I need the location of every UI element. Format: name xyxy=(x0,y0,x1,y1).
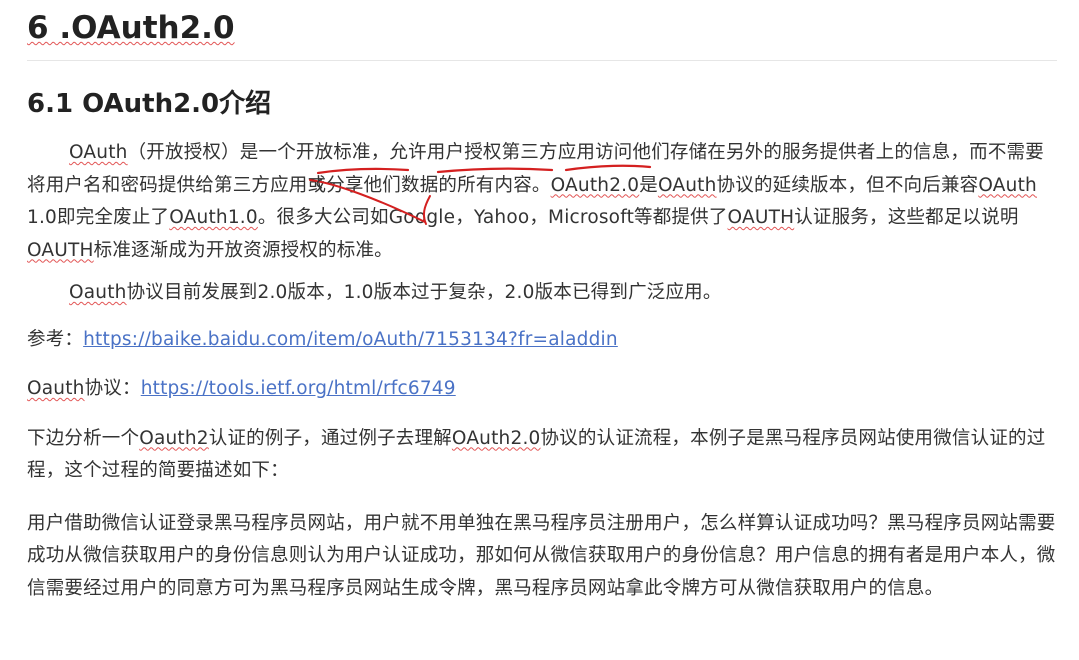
term-oauth: Oauth xyxy=(27,378,85,399)
text-segment: 协议目前发展到2.0版本，1.0版本过于复杂，2.0版本已得到广泛应用。 xyxy=(126,282,722,303)
term-oauth: Oauth xyxy=(69,282,127,303)
reference-link[interactable]: https://baike.baidu.com/item/oAuth/71531… xyxy=(83,329,618,350)
term-oauth-upper: OAUTH xyxy=(727,207,795,228)
document-body: 6 .OAuth2.0 6.1 OAuth2.0介绍 OAuth（开放授权）是一… xyxy=(27,0,1057,605)
protocol-line: Oauth协议：https://tools.ietf.org/html/rfc6… xyxy=(27,373,1057,406)
term-oauth: OAuth xyxy=(69,142,128,163)
term-oauth2: OAuth2.0 xyxy=(451,427,541,449)
text-segment: 协议的延续版本，但不向后兼容 xyxy=(716,174,979,196)
reference-line: 参考：https://baike.baidu.com/item/oAuth/71… xyxy=(27,324,1057,357)
term-oauth1: OAuth1.0 xyxy=(169,207,258,228)
protocol-link[interactable]: https://tools.ietf.org/html/rfc6749 xyxy=(141,378,456,399)
term-oauth2: Oauth2 xyxy=(139,427,209,449)
text-segment: 。很多大公司如Google，Yahoo，Microsoft等都提供了 xyxy=(257,207,728,228)
protocol-label: 协议： xyxy=(84,378,141,399)
text-segment: 下边分析一个 xyxy=(27,427,140,449)
section-title: 6 .OAuth2.0 xyxy=(27,0,1057,61)
flow-paragraph: 用户借助微信认证登录黑马程序员网站，用户就不用单独在黑马程序员注册用户，怎么样算… xyxy=(27,512,1056,599)
text-segment: 是 xyxy=(639,174,658,196)
text-segment: 标准逐渐成为开放资源授权的标准。 xyxy=(93,239,393,261)
term-oauth: OAuth xyxy=(657,174,717,196)
reference-label: 参考： xyxy=(27,328,84,350)
term-oauth2: OAuth2.0 xyxy=(550,174,640,196)
section-title-text: 6 .OAuth2.0 xyxy=(27,10,235,46)
text-segment: 认证的例子，通过例子去理解 xyxy=(208,427,452,449)
intro-paragraph: OAuth（开放授权）是一个开放标准，允许用户授权第三方应用访问他们存储在另外的… xyxy=(27,137,1057,267)
version-paragraph: Oauth协议目前发展到2.0版本，1.0版本过于复杂，2.0版本已得到广泛应用… xyxy=(27,277,1057,310)
subsection-title: 6.1 OAuth2.0介绍 xyxy=(27,89,272,119)
text-segment: 1.0即完全废止了 xyxy=(27,207,170,228)
term-oauth: OAuth xyxy=(978,174,1037,196)
text-segment: 认证服务，这些都足以说明 xyxy=(794,207,1019,228)
example-paragraph: 下边分析一个Oauth2认证的例子，通过例子去理解OAuth2.0协议的认证流程… xyxy=(27,423,1057,488)
term-oauth-upper: OAUTH xyxy=(27,239,94,261)
